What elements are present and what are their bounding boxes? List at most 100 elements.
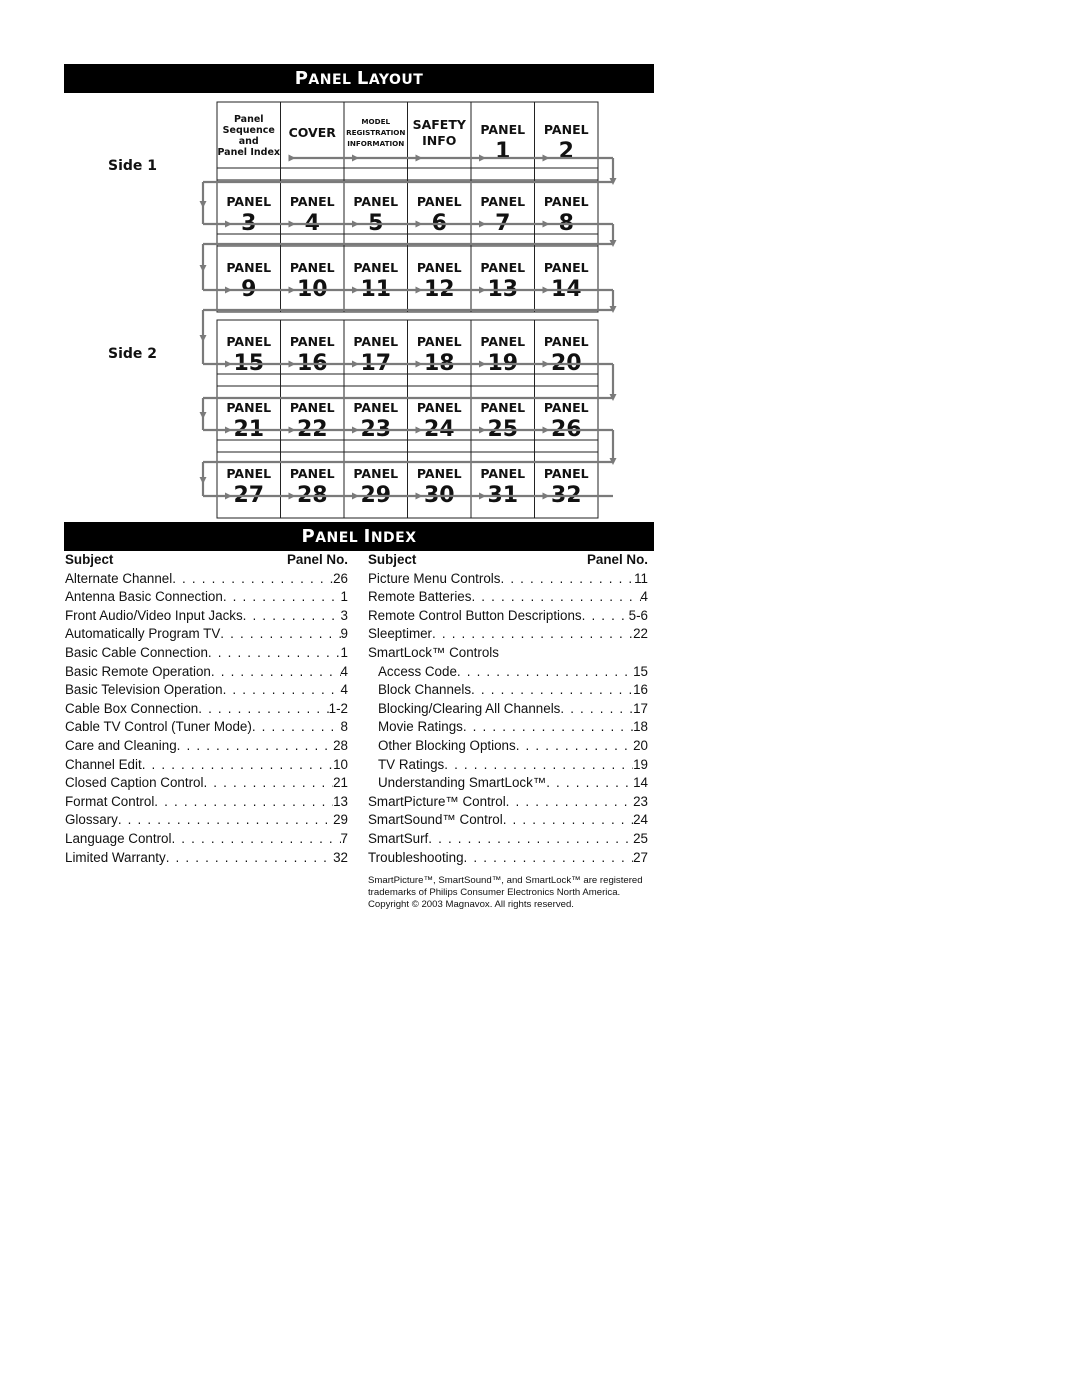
index-header-row: Subject Panel No. — [65, 551, 348, 570]
index-entry: Antenna Basic Connection 1 — [65, 588, 348, 607]
arrow-right-icon — [415, 492, 423, 500]
index-panel-number: 4 — [640, 589, 648, 605]
dot-leader — [471, 588, 640, 607]
index-subject: Alternate Channel — [65, 570, 173, 586]
index-column-left: Subject Panel No. Alternate Channel 26 Ant… — [65, 551, 348, 867]
panel-label: PANEL — [417, 260, 462, 275]
dot-leader — [500, 570, 634, 589]
panel-no-header: Panel No. — [586, 552, 648, 567]
index-entry: Glossary 29 — [65, 811, 348, 830]
index-panel-number: 23 — [633, 793, 648, 809]
index-panel-number: 1 — [340, 644, 348, 660]
panel-index-heading: PANEL INDEX — [64, 522, 654, 551]
arrow-right-icon — [479, 426, 486, 434]
sequence-label: and — [239, 136, 259, 147]
dot-leader — [208, 644, 341, 663]
subject-header: Subject — [65, 552, 114, 567]
index-entry: Remote Batteries 4 — [368, 588, 648, 607]
index-header-row: Subject Panel No. — [368, 551, 648, 570]
index-subject: Closed Caption Control — [65, 775, 204, 791]
dot-leader — [171, 830, 340, 849]
index-entry: TV Ratings 19 — [368, 756, 648, 775]
index-column-right: Subject Panel No. Picture Menu Controls 1… — [368, 551, 648, 867]
index-subject: TV Ratings — [378, 756, 445, 772]
panel-label: PANEL — [226, 466, 271, 481]
panel-label: PANEL — [226, 400, 271, 415]
index-subject: Antenna Basic Connection — [65, 589, 223, 605]
index-subject: SmartSound™ Control — [368, 812, 503, 828]
panel-label: PANEL — [353, 194, 398, 209]
arrow-right-icon — [542, 492, 550, 500]
dot-leader — [582, 607, 629, 626]
dot-leader — [118, 811, 333, 830]
arrow-right-icon — [288, 220, 296, 228]
arrow-right-icon — [542, 360, 550, 368]
index-entry: Front Audio/Video Input Jacks 3 — [65, 607, 348, 626]
arrow-right-icon — [542, 286, 550, 294]
arrow-right-icon — [225, 492, 232, 500]
safety-info-label: SAFETY — [413, 117, 467, 132]
arrow-right-icon — [288, 286, 296, 294]
dot-leader — [506, 793, 633, 812]
arrow-right-icon — [415, 360, 423, 368]
panel-label: PANEL — [417, 466, 462, 481]
arrow-right-icon — [415, 286, 423, 294]
dot-leader — [220, 625, 340, 644]
index-subject: Cable TV Control (Tuner Mode) — [65, 719, 252, 735]
index-subject: Language Control — [65, 830, 172, 846]
index-entry: Blocking/Clearing All Channels 17 — [368, 700, 648, 719]
arrow-right-icon — [415, 220, 423, 228]
arrow-right-icon — [479, 154, 486, 162]
index-panel-number: 20 — [633, 737, 648, 753]
index-entry: SmartSurf 25 — [368, 830, 648, 849]
index-panel-number: 11 — [634, 570, 648, 586]
index-entry: SmartLock™ Controls — [368, 644, 648, 663]
panel-label: PANEL — [290, 194, 335, 209]
panel-label: PANEL — [417, 334, 462, 349]
index-panel-number: 4 — [340, 663, 348, 679]
index-entry: Movie Ratings 18 — [368, 718, 648, 737]
dot-leader — [464, 849, 634, 868]
arrow-down-icon — [199, 477, 207, 484]
index-subject: Basic Cable Connection — [65, 644, 208, 660]
dot-leader — [444, 756, 633, 775]
dot-leader — [516, 737, 633, 756]
arrow-right-icon — [352, 360, 359, 368]
index-subject: Movie Ratings — [378, 719, 463, 735]
index-entry: SmartSound™ Control 24 — [368, 811, 648, 830]
index-entry: Access Code 15 — [368, 663, 648, 682]
index-entry: Picture Menu Controls 11 — [368, 570, 648, 589]
index-panel-number: 27 — [633, 849, 648, 865]
index-panel-number: 16 — [633, 682, 648, 698]
index-panel-number: 21 — [333, 775, 348, 791]
arrow-right-icon — [415, 154, 423, 162]
index-panel-number: 13 — [333, 793, 348, 809]
index-entry: Alternate Channel 26 — [65, 570, 348, 589]
arrow-right-icon — [479, 286, 486, 294]
dot-leader — [457, 663, 633, 682]
index-panel-number: 28 — [333, 737, 348, 753]
arrow-right-icon — [225, 426, 232, 434]
arrow-right-icon — [288, 426, 296, 434]
panel-label: PANEL — [290, 466, 335, 481]
index-entry: SmartPicture™ Control 23 — [368, 793, 648, 812]
index-entry: Basic Cable Connection 1 — [65, 644, 348, 663]
safety-info-label: INFO — [422, 133, 456, 148]
arrow-right-icon — [352, 426, 359, 434]
panel-number: 2 — [559, 139, 574, 164]
index-panel-number: 18 — [633, 719, 648, 735]
panel-label: PANEL — [544, 400, 589, 415]
index-subject: Format Control — [65, 793, 155, 809]
index-entry: Troubleshooting 27 — [368, 849, 648, 868]
panel-label: PANEL — [353, 466, 398, 481]
panel-label: PANEL — [417, 194, 462, 209]
dot-leader — [211, 663, 341, 682]
dot-leader — [203, 774, 333, 793]
panel-label: PANEL — [544, 334, 589, 349]
index-panel-number: 26 — [333, 570, 348, 586]
panel-label: PANEL — [544, 122, 589, 137]
arrow-right-icon — [288, 492, 296, 500]
dot-leader — [166, 849, 333, 868]
index-entry: Basic Remote Operation 4 — [65, 663, 348, 682]
arrow-right-icon — [352, 154, 359, 162]
